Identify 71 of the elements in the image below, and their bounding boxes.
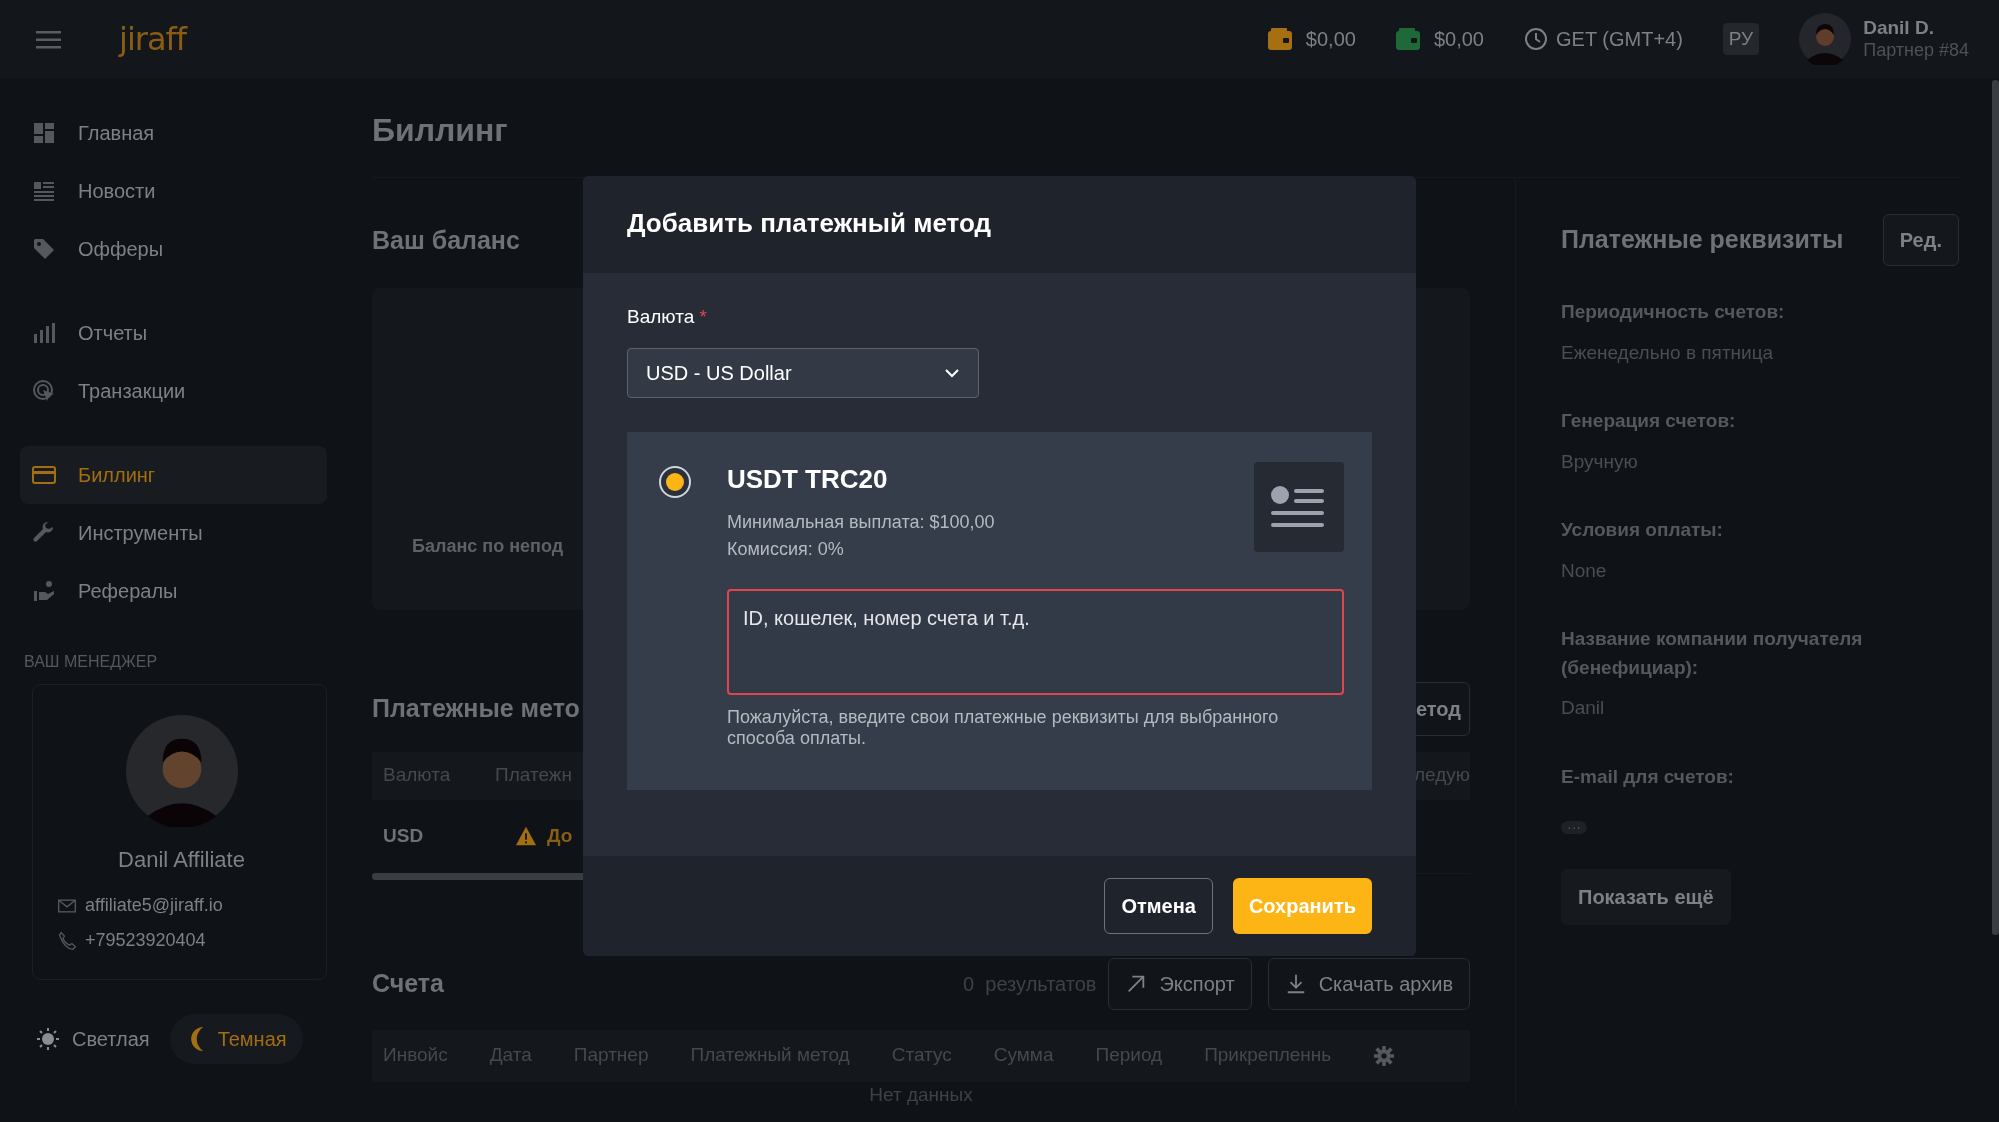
show-more-button[interactable]: Показать ещё [1561, 869, 1731, 925]
edit-button[interactable]: Ред. [1882, 214, 1959, 266]
sidebar-item[interactable]: Инструменты [20, 504, 327, 562]
sun-icon [36, 1027, 60, 1051]
method-info: Минимальная выплата: $100,00 [727, 510, 995, 534]
field-value: Еженедельно в пятница [1561, 340, 1775, 365]
cancel-button[interactable]: Отмена [1104, 877, 1213, 934]
sidebar-item[interactable]: Главная [20, 104, 327, 162]
ellipsis-badge: ··· [1561, 821, 1587, 834]
required-mark: * [699, 306, 707, 327]
theme-toggle[interactable]: Темная [169, 1014, 303, 1064]
modal-title: Добавить платежный метод [583, 176, 1416, 273]
page-title: Биллинг [372, 111, 509, 150]
id-card-icon [1254, 461, 1344, 552]
download-button[interactable]: Скачать архив [1267, 957, 1470, 1010]
wrench-icon [32, 521, 56, 545]
field-label: Условия оплаты: [1561, 518, 1724, 542]
theme-toggle[interactable]: Светлая [20, 1014, 166, 1064]
user-name: Danil D. [1863, 16, 1935, 40]
sidebar-item[interactable]: Биллинг [20, 446, 327, 504]
warning-icon [515, 825, 537, 847]
user-role: Партнер #84 [1863, 39, 1969, 62]
settings-icon[interactable] [1373, 1044, 1396, 1067]
section-label: ВАШ МЕНЕДЖЕР [23, 652, 159, 672]
logo[interactable]: jiraff [119, 19, 187, 59]
hint-text: Пожалуйста, введите свои платежные реквизиты для выбранного способа оплаты. [727, 706, 1280, 750]
field-label: Валюта [627, 306, 695, 327]
balance-amount: $0,00 [1433, 27, 1484, 52]
balance-label: Баланс по непод [412, 534, 564, 558]
method-info: Комиссия: 0% [727, 537, 845, 561]
method-name: USDT TRC20 [727, 462, 889, 496]
field-value: Вручную [1561, 449, 1639, 474]
tag-icon [32, 237, 56, 261]
currency-select[interactable]: USD - US Dollar [627, 347, 979, 398]
language-switch[interactable]: РУ [1722, 22, 1760, 56]
table-cell-text: До [547, 823, 573, 848]
field-label: Название компании получателя (бенефициар): [1561, 627, 1864, 680]
list-icon [32, 179, 56, 203]
section-title: Ваш баланс [372, 226, 520, 254]
sidebar-item[interactable]: Офферы [20, 220, 327, 278]
scrollbar[interactable] [1992, 80, 1999, 935]
manager-email[interactable]: affiliate5@jiraff.io [85, 892, 223, 919]
payment-details-field[interactable]: ID, кошелек, номер счета и т.д. [727, 588, 1344, 695]
hand-person-icon [32, 579, 56, 603]
target-icon [32, 379, 56, 403]
export-button[interactable]: Экспорт [1108, 957, 1252, 1010]
field-value: None [1561, 558, 1608, 583]
section-title: Счета [372, 967, 444, 999]
bar-chart-icon [32, 321, 56, 345]
balance-amount: $0,00 [1305, 27, 1356, 52]
clock-icon [1524, 27, 1548, 51]
panel-title: Платежные реквизиты [1561, 224, 1844, 256]
radio-button[interactable] [659, 465, 691, 498]
field-label: Периодичность счетов: [1561, 300, 1786, 324]
sidebar-item[interactable]: Транзакции [20, 362, 327, 420]
field-label: E-mail для счетов: [1561, 764, 1735, 789]
manager-name: Danil Affiliate [117, 846, 246, 874]
timezone: GET (GMT+4) [1556, 27, 1683, 52]
chevron-down-icon [944, 367, 960, 378]
manager-phone[interactable]: +79523920404 [85, 927, 206, 954]
avatar[interactable] [1799, 13, 1852, 65]
sidebar-item[interactable]: Отчеты [20, 304, 327, 362]
table-cell-text: USD [383, 823, 425, 848]
section-title: Платежные мето [372, 692, 580, 724]
sidebar-item[interactable]: Рефералы [20, 562, 327, 620]
sidebar-item[interactable]: Новости [20, 162, 327, 220]
credit-card-icon [32, 463, 56, 487]
phone-icon [57, 930, 77, 951]
dashboard-icon [32, 121, 56, 145]
field-label: Генерация счетов: [1561, 409, 1737, 433]
field-value: Danil [1561, 696, 1606, 720]
